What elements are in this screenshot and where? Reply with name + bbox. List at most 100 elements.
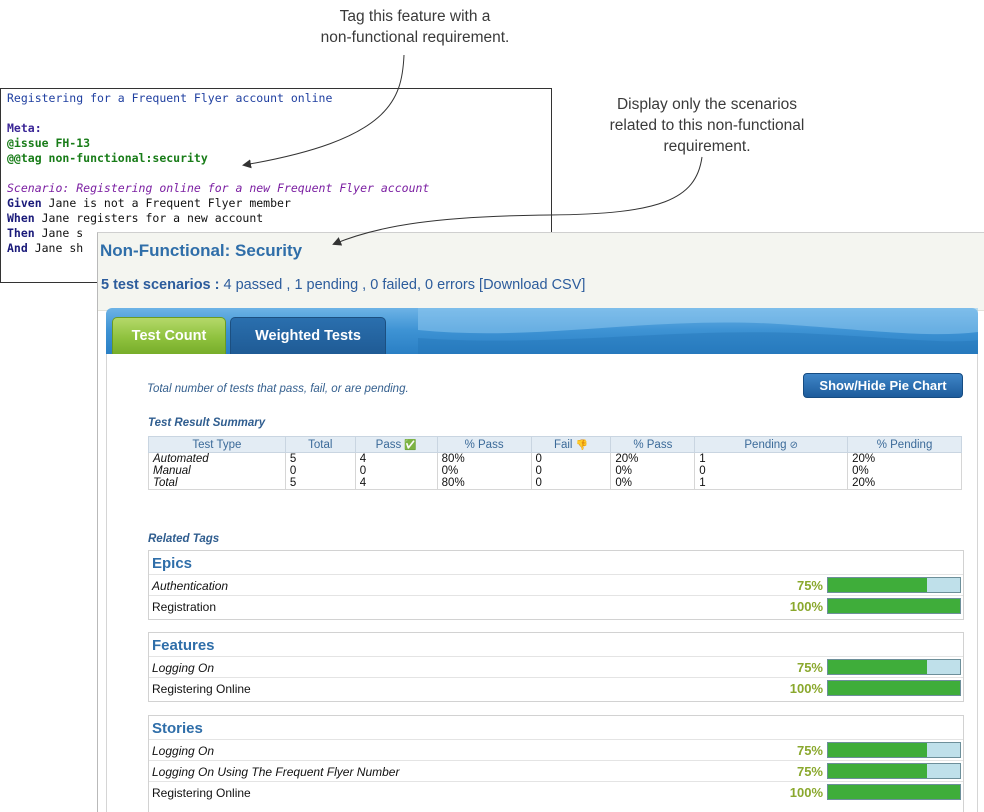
tag-group-title: Epics <box>152 555 193 572</box>
col-fail[interactable]: Fail 👎 <box>530 436 612 453</box>
tag-name[interactable]: Registering Online <box>152 682 251 696</box>
callout-line: Tag this feature with a non-functional r… <box>320 8 510 46</box>
table-header-row: Test Type Total Pass ✅ % Pass Fail 👎 % Pas… <box>148 436 962 453</box>
table-cell: Manual <box>148 465 286 477</box>
tag-percent: 100% <box>789 681 823 696</box>
table-cell: Total <box>148 477 286 490</box>
col-pending-percent[interactable]: % Pending <box>847 436 962 453</box>
table-row: Automated 5 4 80% 0 20% 1 20% <box>148 452 962 465</box>
table-cell: 5 <box>284 452 356 465</box>
feature-file-line: When Jane registers for a new account <box>7 211 545 226</box>
test-count-panel: Total number of tests that pass, fail, o… <box>106 354 978 812</box>
summary-details: 4 passed , 1 pending , 0 failed, 0 error… <box>223 277 476 293</box>
table-cell: Automated <box>148 452 286 465</box>
callout-display-only: Display only the scenarios related to th… <box>562 94 852 157</box>
scenario-count: 5 test scenarios <box>101 277 211 293</box>
col-pass[interactable]: Pass ✅ <box>354 436 438 453</box>
checkbox-icon: ✅ <box>404 439 417 451</box>
tag-percent: 75% <box>796 578 823 593</box>
progress-bar-fill <box>828 681 960 695</box>
callout-tag-feature: Tag this feature with a non-functional r… <box>270 6 560 48</box>
gherkin-step-text: Jane is not a Frequent Flyer member <box>41 196 291 210</box>
feature-file-line: Given Jane is not a Frequent Flyer membe… <box>7 196 545 211</box>
tag-row[interactable]: Logging On Using The Frequent Flyer Numb… <box>149 760 963 781</box>
report-title: Non-Functional: Security <box>100 241 303 260</box>
feature-file-line: @issue FH-13 <box>7 136 91 150</box>
tag-percent: 75% <box>796 743 823 758</box>
feature-file-line: Registering for a Frequent Flyer account… <box>7 91 333 105</box>
progress-bar <box>827 577 961 593</box>
tag-row[interactable]: Registering Online 100% <box>149 677 963 698</box>
tag-name[interactable]: Authentication <box>152 579 228 593</box>
tag-group-title: Features <box>152 637 215 654</box>
panel-description: Total number of tests that pass, fail, o… <box>147 383 409 395</box>
col-pass-percent[interactable]: % Pass <box>436 436 532 453</box>
report-header: Non-Functional: Security 5 test scenario… <box>98 233 984 311</box>
gherkin-keyword: When <box>7 211 35 225</box>
table-row: Manual 0 0 0% 0 0% 0 0% <box>148 465 962 477</box>
tag-percent: 75% <box>796 764 823 779</box>
tag-name[interactable]: Logging On <box>152 744 214 758</box>
tab-weighted-tests[interactable]: Weighted Tests <box>230 317 386 354</box>
gherkin-step-text: Jane s <box>34 226 84 240</box>
feature-file-line: Scenario: Registering online for a new F… <box>7 181 430 195</box>
progress-bar <box>827 742 961 758</box>
table-cell: 0 <box>354 465 438 477</box>
col-fail-percent[interactable]: % Pass <box>610 436 696 453</box>
gherkin-step-text: Jane sh <box>27 241 84 255</box>
progress-bar-fill <box>828 578 927 592</box>
table-cell: 0 <box>284 465 356 477</box>
tag-name[interactable]: Registration <box>152 600 216 614</box>
table-cell: 0 <box>530 465 611 477</box>
table-cell: 80% <box>436 477 532 490</box>
tag-row[interactable]: Logging On 75% <box>149 656 963 677</box>
tab-bar-wave <box>418 308 978 354</box>
tag-row[interactable]: Authentication 75% <box>149 574 963 595</box>
gherkin-keyword: Given <box>7 196 42 210</box>
download-csv-link[interactable]: [Download CSV] <box>479 277 585 293</box>
progress-bar-fill <box>828 599 960 613</box>
tag-name[interactable]: Logging On <box>152 661 214 675</box>
progress-bar <box>827 784 961 800</box>
feature-file-line <box>7 106 545 121</box>
progress-bar-fill <box>828 660 927 674</box>
table-cell: 0% <box>436 465 532 477</box>
tag-percent: 75% <box>796 660 823 675</box>
progress-bar <box>827 763 961 779</box>
summary-separator: : <box>210 277 224 293</box>
tag-group-title: Stories <box>152 720 203 737</box>
col-pending[interactable]: Pending ⊘ <box>694 436 849 453</box>
tag-group-stories: Stories Logging On 75% Logging On Using The… <box>148 715 964 812</box>
table-cell: 0% <box>847 465 962 477</box>
tag-name[interactable]: Registering Online <box>152 786 251 800</box>
table-cell: 80% <box>436 452 532 465</box>
tag-group-features: Features Logging On 75% Registering Online 1… <box>148 632 964 702</box>
tag-row[interactable]: Registering Online 100% <box>149 781 963 802</box>
table-cell: 0 <box>530 452 611 465</box>
progress-bar <box>827 680 961 696</box>
gherkin-keyword: Then <box>7 226 35 240</box>
table-cell: 0% <box>610 477 695 490</box>
gherkin-step-text: Jane registers for a new account <box>34 211 264 225</box>
table-cell: 20% <box>610 452 695 465</box>
tag-row[interactable]: Registration 100% <box>149 595 963 616</box>
show-hide-pie-chart-button[interactable]: Show/Hide Pie Chart <box>803 373 963 398</box>
tag-row[interactable]: Logging On 75% <box>149 739 963 760</box>
table-cell: 1 <box>694 452 848 465</box>
test-result-summary-heading: Test Result Summary <box>148 417 266 429</box>
progress-bar <box>827 659 961 675</box>
table-cell: 20% <box>847 477 962 490</box>
table-row: Total 5 4 80% 0 0% 1 20% <box>148 477 962 490</box>
tag-name[interactable]: Logging On Using The Frequent Flyer Numb… <box>152 765 399 779</box>
col-test-type[interactable]: Test Type <box>148 436 286 453</box>
report-window: Non-Functional: Security 5 test scenario… <box>97 232 984 812</box>
pending-icon: ⊘ <box>789 439 798 451</box>
progress-bar-fill <box>828 764 927 778</box>
table-cell: 4 <box>354 452 438 465</box>
tag-percent: 100% <box>789 785 823 800</box>
col-total[interactable]: Total <box>284 436 356 453</box>
tab-test-count[interactable]: Test Count <box>112 317 226 354</box>
progress-bar-fill <box>828 743 927 757</box>
callout-line: Display only the scenarios related to th… <box>609 96 805 155</box>
tag-percent: 100% <box>789 599 823 614</box>
